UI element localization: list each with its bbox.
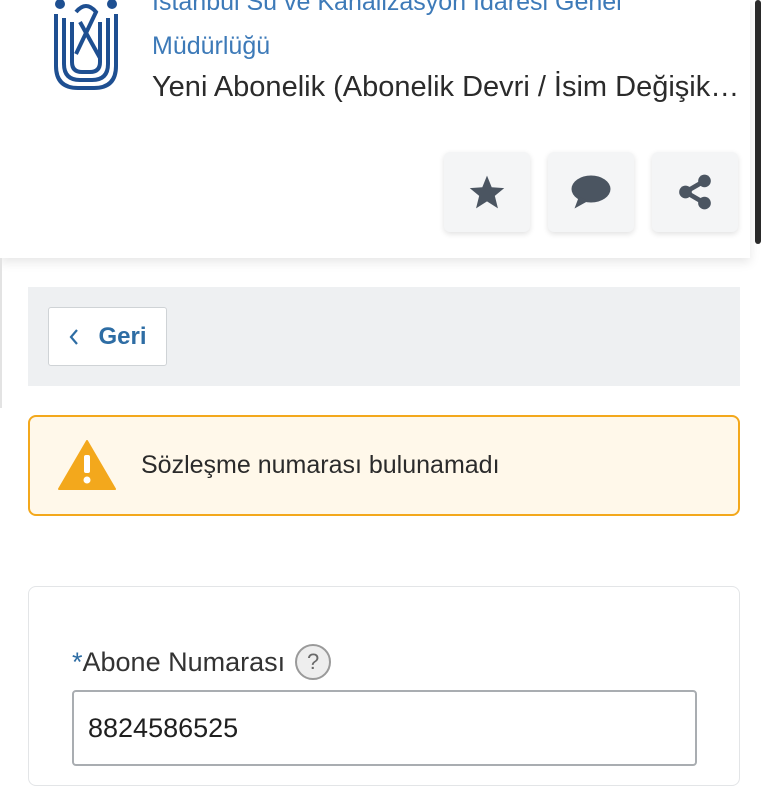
back-button-label: Geri	[98, 322, 147, 350]
back-button[interactable]: Geri	[48, 307, 167, 366]
share-icon	[679, 174, 711, 210]
chevron-left-icon	[70, 328, 79, 345]
agency-name: İstanbul Su ve Kanalizasyon İdaresi Gene…	[152, 0, 712, 68]
subscriber-number-label: *Abone Numarası ?	[72, 644, 332, 680]
edge-divider	[0, 258, 2, 408]
share-button[interactable]	[652, 152, 738, 232]
warning-icon	[58, 440, 116, 490]
subscriber-number-input[interactable]	[72, 690, 697, 766]
subscriber-number-label-text: Abone Numarası	[82, 646, 286, 677]
agency-name-line2: Müdürlüğü	[152, 32, 271, 60]
required-mark: *	[72, 646, 83, 677]
alert-message: Sözleşme numarası bulunamadı	[141, 451, 500, 479]
favorite-button[interactable]	[444, 152, 530, 232]
header-card: İstanbul Su ve Kanalizasyon İdaresi Gene…	[0, 0, 750, 258]
help-icon[interactable]: ?	[295, 644, 332, 680]
warning-alert: Sözleşme numarası bulunamadı	[28, 415, 740, 516]
page-scrollbar[interactable]	[755, 0, 761, 244]
comment-button[interactable]	[548, 152, 634, 232]
comment-icon	[571, 175, 611, 209]
service-title: Yeni Abonelik (Abonelik Devri / İsim Değ…	[152, 71, 742, 103]
iski-logo	[54, 0, 118, 90]
agency-name-line1: İstanbul Su ve Kanalizasyon İdaresi Gene…	[152, 0, 622, 16]
star-icon	[469, 175, 505, 209]
